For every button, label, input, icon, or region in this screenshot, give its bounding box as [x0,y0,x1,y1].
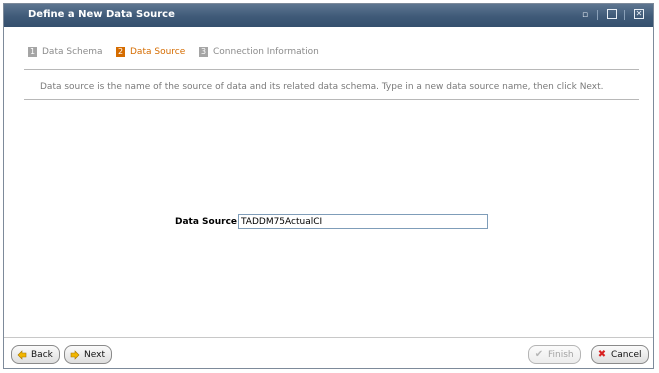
divider [24,69,639,70]
step-number: 2 [116,47,125,57]
window-title: Define a New Data Source [28,9,175,20]
step-number: 3 [199,47,208,57]
step-data-source[interactable]: 2 Data Source [116,47,185,57]
cancel-button[interactable]: ✖ Cancel [591,345,649,364]
instruction-text: Data source is the name of the source of… [40,82,604,92]
back-button[interactable]: Back [11,345,60,364]
step-label: Data Source [130,47,186,57]
divider [24,99,639,100]
title-bar: Define a New Data Source ▫ ✕ [4,4,653,27]
footer-divider [4,337,653,338]
title-separator [597,10,598,20]
title-separator [624,10,625,20]
step-label: Connection Information [213,47,319,57]
minimize-icon[interactable]: ▫ [582,9,588,21]
close-icon[interactable]: ✕ [634,9,644,19]
arrow-left-icon [17,349,27,360]
finish-button-label: Finish [548,349,574,360]
step-label: Data Schema [42,47,103,57]
data-source-label: Data Source: [175,217,241,227]
dialog-window: Define a New Data Source ▫ ✕ 1 Data Schem… [3,3,654,369]
step-number: 1 [28,47,37,57]
maximize-icon[interactable] [607,9,617,19]
cancel-x-icon: ✖ [597,348,607,360]
next-button-label: Next [84,349,105,360]
arrow-right-icon [70,349,80,360]
step-connection-information[interactable]: 3 Connection Information [199,47,319,57]
data-source-input[interactable] [238,214,488,229]
step-data-schema[interactable]: 1 Data Schema [28,47,103,57]
checkmark-icon: ✔ [534,348,544,360]
back-button-label: Back [31,349,53,360]
next-button[interactable]: Next [64,345,112,364]
cancel-button-label: Cancel [611,349,642,360]
finish-button[interactable]: ✔ Finish [528,345,581,364]
